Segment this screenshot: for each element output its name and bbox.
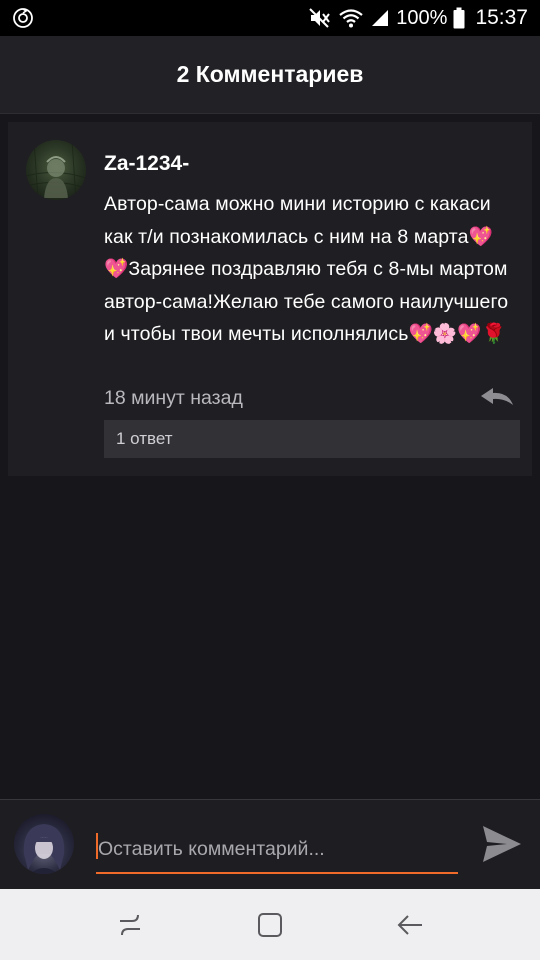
user-avatar[interactable] xyxy=(14,814,74,874)
comment-input[interactable] xyxy=(96,826,458,874)
replies-button[interactable]: 1 ответ xyxy=(104,420,520,458)
recents-button[interactable] xyxy=(110,905,150,945)
screen: 100% 15:37 2 Комментариев Za-1234- Автор… xyxy=(0,0,540,960)
send-button[interactable] xyxy=(480,822,524,866)
sync-icon xyxy=(12,7,34,29)
back-button[interactable] xyxy=(390,905,430,945)
comment-text: Автор-сама можно мини историю с какаси к… xyxy=(104,193,509,346)
mute-icon xyxy=(308,7,332,29)
header: 2 Комментариев xyxy=(0,36,540,114)
text-caret xyxy=(96,833,98,859)
navigation-bar xyxy=(0,889,540,960)
back-icon xyxy=(397,914,422,935)
comment-username[interactable]: Za-1234- xyxy=(104,152,189,176)
battery-percent: 100% xyxy=(396,6,448,29)
status-bar: 100% 15:37 xyxy=(0,0,540,36)
reply-icon[interactable] xyxy=(480,386,514,408)
home-button[interactable] xyxy=(250,905,290,945)
signal-icon xyxy=(370,8,390,28)
recents-icon xyxy=(120,914,140,935)
comment-timestamp: 18 минут назад xyxy=(104,387,243,409)
comment-composer xyxy=(0,799,540,889)
home-icon xyxy=(258,912,282,937)
comment-card: Za-1234- Автор-сама можно мини историю с… xyxy=(8,122,532,476)
send-icon xyxy=(483,826,521,862)
battery-icon xyxy=(453,7,465,29)
wifi-icon xyxy=(338,7,364,29)
avatar[interactable] xyxy=(26,140,86,200)
clock: 15:37 xyxy=(475,6,528,29)
page-title: 2 Комментариев xyxy=(176,61,364,87)
